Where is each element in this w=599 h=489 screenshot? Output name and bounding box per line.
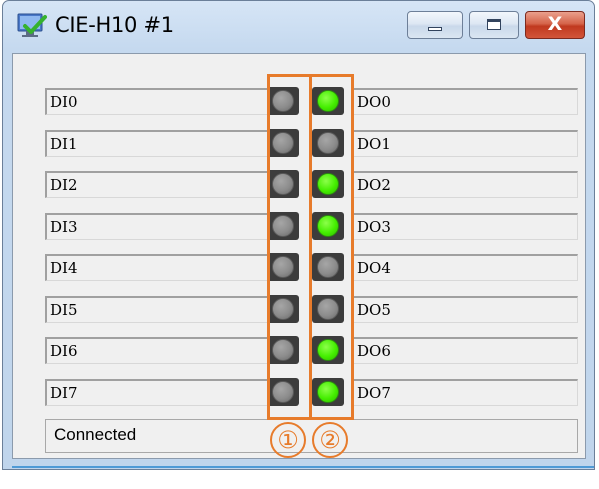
callout-2: ② <box>312 422 348 458</box>
maximize-icon <box>487 19 501 30</box>
di-field: DI1 <box>45 130 269 157</box>
di-led-highlight-box <box>267 74 312 420</box>
window-bottom-border <box>12 466 594 468</box>
close-button[interactable]: X <box>525 11 585 39</box>
di-field: DI4 <box>45 254 269 281</box>
di-field: DI5 <box>45 296 269 323</box>
network-check-icon <box>17 13 47 37</box>
maximize-button[interactable] <box>469 11 519 39</box>
minimize-button[interactable] <box>407 11 463 39</box>
callout-1: ① <box>270 422 306 458</box>
di-field: DI3 <box>45 213 269 240</box>
do-field: DO7 <box>352 379 578 406</box>
do-field: DO4 <box>352 254 578 281</box>
minimize-icon <box>428 27 442 31</box>
di-field: DI6 <box>45 337 269 364</box>
di-field: DI2 <box>45 171 269 198</box>
do-field: DO5 <box>352 296 578 323</box>
app-window: CIE-H10 #1 X Connected DI0 DO0 DI1 DO1 DI2 DO… <box>2 0 595 470</box>
close-icon: X <box>547 13 563 35</box>
do-field: DO2 <box>352 171 578 198</box>
di-field: DI0 <box>45 88 269 115</box>
title-bar[interactable]: CIE-H10 #1 X <box>3 1 594 51</box>
do-field: DO1 <box>352 130 578 157</box>
do-led-highlight-box <box>309 74 354 420</box>
do-field: DO0 <box>352 88 578 115</box>
do-field: DO3 <box>352 213 578 240</box>
io-panel: Connected DI0 DO0 DI1 DO1 DI2 DO2 DI3 DO3 DI4 DO4… <box>12 53 586 459</box>
window-title: CIE-H10 #1 <box>55 13 174 37</box>
di-field: DI7 <box>45 379 269 406</box>
do-field: DO6 <box>352 337 578 364</box>
